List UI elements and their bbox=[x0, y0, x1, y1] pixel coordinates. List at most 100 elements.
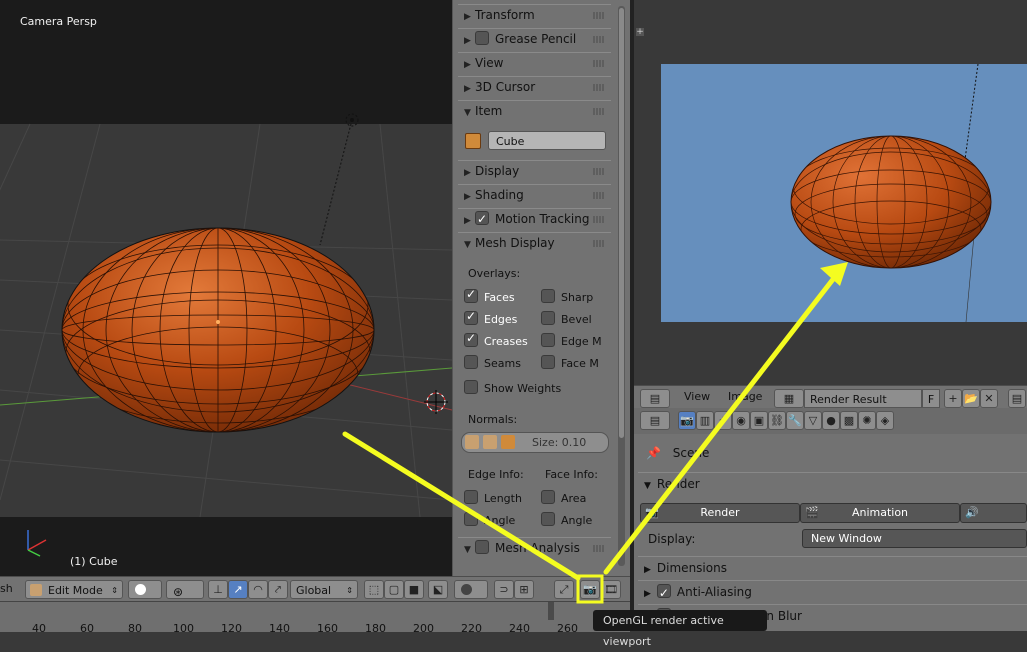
unlink-image-icon[interactable]: ✕ bbox=[980, 389, 998, 408]
face-normals-icon[interactable] bbox=[501, 435, 515, 449]
audio-button[interactable]: 🔊 bbox=[960, 503, 1027, 523]
viewport-shading-dropdown[interactable] bbox=[128, 580, 162, 599]
grease-pencil-checkbox[interactable] bbox=[475, 31, 489, 45]
cube-mesh[interactable] bbox=[61, 227, 375, 433]
display-dropdown[interactable]: New Window bbox=[802, 529, 1027, 548]
snap-toggle-icon[interactable]: ⊃ bbox=[494, 580, 514, 599]
overlay-sharp[interactable]: Sharp bbox=[541, 289, 593, 304]
render-camera-icon: 📷 bbox=[645, 506, 659, 519]
overlay-bevel[interactable]: Bevel bbox=[541, 311, 592, 326]
scale-manipulator-icon[interactable]: ⤤ bbox=[268, 580, 288, 599]
overlay-face-m[interactable]: Face M bbox=[541, 355, 599, 370]
new-image-icon[interactable]: + bbox=[944, 389, 962, 408]
3d-viewport[interactable]: Camera Persp (1) Cube bbox=[0, 0, 452, 576]
data-context-icon[interactable]: ▽ bbox=[804, 411, 822, 430]
object-context-icon[interactable]: ▣ bbox=[750, 411, 768, 430]
panel-3d-cursor[interactable]: ▶ 3D Cursor bbox=[458, 76, 611, 97]
particles-context-icon[interactable]: ✺ bbox=[858, 411, 876, 430]
constraints-context-icon[interactable]: ⛓ bbox=[768, 411, 786, 430]
overlay-icon[interactable]: ⤢ bbox=[554, 580, 574, 599]
overlay-seams[interactable]: Seams bbox=[464, 355, 521, 370]
face-select-icon[interactable]: ■ bbox=[404, 580, 424, 599]
modifiers-context-icon[interactable]: 🔧 bbox=[786, 411, 804, 430]
clapperboard-icon: 🎞 bbox=[604, 583, 618, 596]
vertex-normals-icon[interactable] bbox=[465, 435, 479, 449]
world-context-icon[interactable]: ◉ bbox=[732, 411, 750, 430]
sidebar-scrollbar[interactable] bbox=[618, 6, 625, 566]
normals-size-field[interactable]: Size: 0.10 bbox=[532, 433, 586, 452]
panel-view[interactable]: ▶ View bbox=[458, 52, 611, 73]
rotate-manipulator-icon[interactable]: ◠ bbox=[248, 580, 268, 599]
overlay-creases[interactable]: Creases bbox=[464, 331, 528, 348]
overlay-faces[interactable]: Faces bbox=[464, 287, 515, 304]
add-panel-icon[interactable]: + bbox=[636, 28, 644, 37]
panel-mesh-display[interactable]: ▼ Mesh Display bbox=[458, 232, 611, 253]
active-object-label: (1) Cube bbox=[70, 555, 118, 568]
dimensions-panel-header[interactable]: ▶ Dimensions bbox=[638, 556, 1027, 579]
motion-tracking-checkbox[interactable] bbox=[475, 209, 489, 229]
image-browse-icon: ▦ bbox=[783, 392, 795, 405]
edge-length-label: Length bbox=[484, 492, 522, 505]
face-angle-toggle[interactable]: Angle bbox=[541, 512, 592, 527]
opengl-render-animation-button[interactable]: 🎞 bbox=[601, 580, 621, 599]
open-image-icon[interactable]: 📂 bbox=[962, 389, 980, 408]
image-pin-icon[interactable]: ▤ bbox=[1008, 389, 1026, 408]
fake-user-button[interactable]: F bbox=[922, 389, 940, 408]
manipulator-toggle-icon[interactable]: ⊥ bbox=[208, 580, 228, 599]
render-panel-header[interactable]: ▼ Render bbox=[638, 472, 1027, 495]
face-area-toggle[interactable]: Area bbox=[541, 490, 586, 505]
panel-motion-tracking[interactable]: ▶Motion Tracking bbox=[458, 208, 611, 229]
mesh-analysis-checkbox[interactable] bbox=[475, 540, 489, 554]
panel-display[interactable]: ▶ Display bbox=[458, 160, 611, 181]
overlay-edges[interactable]: Edges bbox=[464, 309, 517, 326]
browse-image-dropdown[interactable]: ▦ bbox=[774, 389, 804, 408]
mode-dropdown[interactable]: Edit Mode ⇕ bbox=[25, 580, 123, 599]
image-name-field[interactable]: Render Result bbox=[804, 389, 922, 408]
translate-manipulator-icon[interactable]: ↗ bbox=[228, 580, 248, 599]
anti-aliasing-panel-header[interactable]: ▶ Anti-Aliasing bbox=[638, 580, 1027, 604]
scene-context-icon[interactable]: ✦ bbox=[714, 411, 732, 430]
panel-item[interactable]: ▼ Item bbox=[458, 100, 611, 121]
overlay-edge-m[interactable]: Edge M bbox=[541, 333, 602, 348]
3d-cursor-icon[interactable] bbox=[424, 390, 448, 414]
image-editor-icon: ▤ bbox=[649, 392, 661, 405]
panel-transform[interactable]: ▶ Transform bbox=[458, 4, 611, 25]
render-button[interactable]: 📷 Render bbox=[640, 503, 800, 523]
panel-shading[interactable]: ▶ Shading bbox=[458, 184, 611, 205]
physics-context-icon[interactable]: ◈ bbox=[876, 411, 894, 430]
render-layers-icon[interactable]: ▥ bbox=[696, 411, 714, 430]
render-context-icon[interactable]: 📷 bbox=[678, 411, 696, 430]
panel-grease-pencil[interactable]: ▶ Grease Pencil bbox=[458, 28, 611, 49]
lamp-line bbox=[319, 119, 353, 246]
vertex-select-icon[interactable]: ⬚ bbox=[364, 580, 384, 599]
texture-context-icon[interactable]: ▩ bbox=[840, 411, 858, 430]
edge-select-icon[interactable]: ▢ bbox=[384, 580, 404, 599]
limit-selection-icon[interactable]: ⬕ bbox=[428, 580, 448, 599]
image-editor-header: ▤ View Image ▦ Render Result F + 📂 ✕ ▤ bbox=[634, 385, 1027, 409]
menu-view[interactable]: View bbox=[684, 390, 710, 403]
animation-button[interactable]: 🎬 Animation bbox=[800, 503, 960, 523]
overlay-sharp-label: Sharp bbox=[561, 291, 594, 304]
opengl-render-button[interactable]: 📷 bbox=[580, 580, 600, 599]
anti-aliasing-checkbox[interactable] bbox=[656, 582, 671, 604]
pivot-dropdown[interactable]: ⊛ bbox=[166, 580, 204, 599]
transform-orientation-dropdown[interactable]: Global ⇕ bbox=[290, 580, 358, 599]
item-name-field[interactable]: Cube bbox=[488, 131, 606, 150]
edge-angle-label: Angle bbox=[484, 514, 516, 527]
overlay-face-m-label: Face M bbox=[561, 357, 599, 370]
panel-mesh-analysis[interactable]: ▼ Mesh Analysis bbox=[458, 537, 611, 558]
menu-image[interactable]: Image bbox=[728, 390, 762, 403]
loop-normals-icon[interactable] bbox=[483, 435, 497, 449]
editor-type-dropdown[interactable]: ▤ bbox=[640, 389, 670, 408]
edge-length-toggle[interactable]: Length bbox=[464, 490, 522, 505]
properties-editor-type-icon[interactable]: ▤ bbox=[640, 411, 670, 430]
pin-icon[interactable]: 📌 bbox=[646, 446, 661, 460]
snap-element-icon[interactable]: ⊞ bbox=[514, 580, 534, 599]
timeline[interactable]: 40 60 80 100 120 140 160 180 200 220 240… bbox=[0, 601, 630, 632]
panel-mesh-analysis-label: Mesh Analysis bbox=[495, 541, 580, 555]
menu-partial-label[interactable]: sh bbox=[0, 582, 13, 595]
proportional-edit-dropdown[interactable] bbox=[454, 580, 488, 599]
material-context-icon[interactable]: ● bbox=[822, 411, 840, 430]
overlay-show-weights[interactable]: Show Weights bbox=[464, 380, 561, 395]
edge-angle-toggle[interactable]: Angle bbox=[464, 512, 515, 527]
